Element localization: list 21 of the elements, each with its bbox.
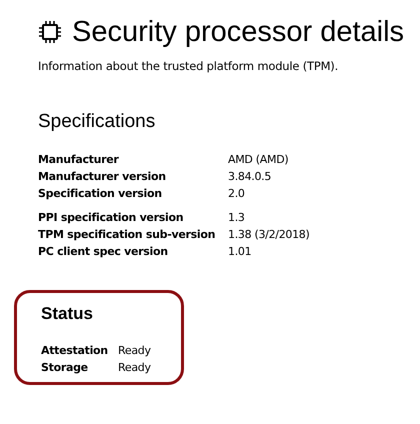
property-value: 2.0 — [228, 186, 246, 202]
property-value: 3.84.0.5 — [228, 169, 272, 185]
page-description: Information about the trusted platform module (TPM). — [38, 58, 340, 74]
property-label: PPI specification version — [38, 210, 184, 226]
property-value: 1.38 (3/2/2018) — [228, 227, 310, 243]
status-label: Attestation — [41, 343, 109, 359]
property-label: Manufacturer — [38, 152, 120, 168]
property-value: 1.01 — [228, 244, 252, 260]
property-value: 1.3 — [228, 210, 246, 226]
page-title: Security processor details — [72, 15, 404, 50]
status-label: Storage — [41, 360, 89, 376]
chip-icon — [38, 20, 62, 44]
status-value: Ready — [118, 360, 152, 376]
property-value: AMD (AMD) — [228, 152, 290, 168]
section-heading: Status — [41, 303, 94, 325]
property-label: TPM specification sub-version — [38, 227, 216, 243]
section-heading: Specifications — [38, 110, 156, 134]
property-label: Manufacturer version — [38, 169, 167, 185]
status-value: Ready — [118, 343, 152, 359]
property-label: Specification version — [38, 186, 163, 202]
property-label: PC client spec version — [38, 244, 169, 260]
